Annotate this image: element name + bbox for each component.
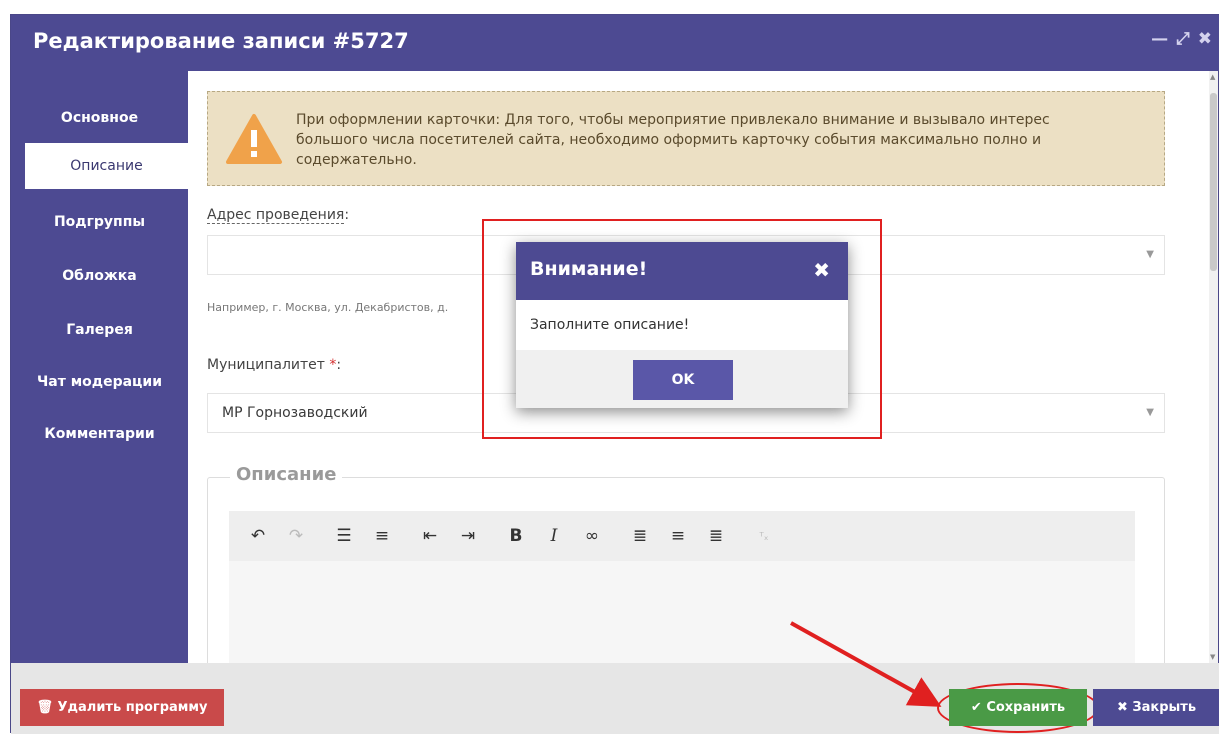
- close-label: Закрыть: [1132, 700, 1197, 715]
- sidebar-item-comments[interactable]: Комментарии: [11, 411, 188, 457]
- link-icon[interactable]: ∞: [579, 526, 605, 546]
- italic-icon[interactable]: I: [541, 526, 567, 546]
- description-editor[interactable]: [229, 561, 1135, 663]
- align-right-icon[interactable]: ≣: [703, 526, 729, 546]
- trash-icon: 🗑: [36, 700, 53, 715]
- bold-icon[interactable]: B: [503, 526, 529, 546]
- warning-text: При оформлении карточки: Для того, чтобы…: [296, 112, 1050, 168]
- numbered-list-icon[interactable]: ≡: [369, 526, 395, 546]
- content-scrollbar[interactable]: ▲ ▼: [1209, 71, 1218, 663]
- save-label: Сохранить: [986, 700, 1066, 715]
- sidebar-item-cover[interactable]: Обложка: [11, 253, 188, 299]
- dialog-button-bar: OK: [516, 350, 848, 408]
- description-fieldset: Описание ↶ ↷ ☰ ≡ ⇤ ⇥ B I ∞ ≣ ≡ ≣ ᵀₓ: [207, 464, 1165, 663]
- window-titlebar[interactable]: Редактирование записи #5727 — ⤢ ✖: [11, 15, 1219, 71]
- outdent-icon[interactable]: ⇤: [417, 526, 443, 546]
- warning-alert: При оформлении карточки: Для того, чтобы…: [207, 91, 1165, 186]
- caret-down-icon: ▼: [1146, 407, 1154, 418]
- scroll-down-icon[interactable]: ▼: [1210, 653, 1215, 661]
- address-label: Адрес проведения:: [207, 207, 350, 224]
- close-icon: ✖: [1116, 700, 1128, 715]
- sidebar: Основное Описание Подгруппы Обложка Гале…: [11, 71, 188, 663]
- annotation-arrow: [790, 621, 942, 707]
- caret-down-icon: ▼: [1146, 249, 1154, 260]
- delete-program-label: Удалить программу: [57, 700, 208, 715]
- sidebar-item-subgroups[interactable]: Подгруппы: [11, 199, 188, 245]
- dialog-header: Внимание! ✖: [516, 242, 848, 300]
- redo-icon[interactable]: ↷: [283, 526, 309, 546]
- clear-format-icon[interactable]: ᵀₓ: [751, 530, 777, 543]
- editor-toolbar: ↶ ↷ ☰ ≡ ⇤ ⇥ B I ∞ ≣ ≡ ≣ ᵀₓ: [229, 511, 1135, 561]
- scroll-up-icon[interactable]: ▲: [1210, 73, 1215, 81]
- delete-program-button[interactable]: 🗑 Удалить программу: [20, 689, 224, 726]
- municipality-label: Муниципалитет *:: [207, 357, 342, 373]
- ok-button[interactable]: OK: [633, 360, 733, 400]
- minimize-icon[interactable]: —: [1151, 29, 1168, 49]
- bullet-list-icon[interactable]: ☰: [331, 526, 357, 546]
- maximize-icon[interactable]: ⤢: [1176, 29, 1190, 49]
- dialog-message: Заполните описание!: [530, 317, 690, 333]
- scroll-thumb[interactable]: [1210, 93, 1217, 271]
- close-icon[interactable]: ✖: [1198, 29, 1212, 49]
- sidebar-item-moderation-chat[interactable]: Чат модерации: [11, 359, 188, 405]
- sidebar-item-gallery[interactable]: Галерея: [11, 307, 188, 353]
- edit-record-window: Редактирование записи #5727 — ⤢ ✖ Основн…: [10, 14, 1219, 734]
- close-button[interactable]: ✖ Закрыть: [1093, 689, 1219, 726]
- save-button[interactable]: ✔ Сохранить: [949, 689, 1087, 726]
- municipality-value: МР Горнозаводский: [222, 405, 368, 421]
- warning-triangle-icon: [226, 114, 282, 164]
- sidebar-item-description[interactable]: Описание: [25, 143, 188, 189]
- address-hint: Например, г. Москва, ул. Декабристов, д.: [207, 301, 449, 314]
- align-center-icon[interactable]: ≡: [665, 526, 691, 546]
- dialog-close-icon[interactable]: ✖: [813, 258, 830, 282]
- align-left-icon[interactable]: ≣: [627, 526, 653, 546]
- indent-icon[interactable]: ⇥: [455, 526, 481, 546]
- window-title: Редактирование записи #5727: [33, 29, 409, 53]
- description-legend: Описание: [230, 464, 343, 485]
- undo-icon[interactable]: ↶: [245, 526, 271, 546]
- window-footer: 🗑 Удалить программу ✔ Сохранить ✖ Закрыт…: [11, 663, 1219, 734]
- sidebar-item-main[interactable]: Основное: [11, 95, 188, 141]
- alert-dialog: Внимание! ✖ Заполните описание! OK: [516, 242, 848, 408]
- window-controls: — ⤢ ✖: [1151, 29, 1212, 49]
- check-icon: ✔: [970, 700, 982, 715]
- dialog-title: Внимание!: [530, 258, 648, 280]
